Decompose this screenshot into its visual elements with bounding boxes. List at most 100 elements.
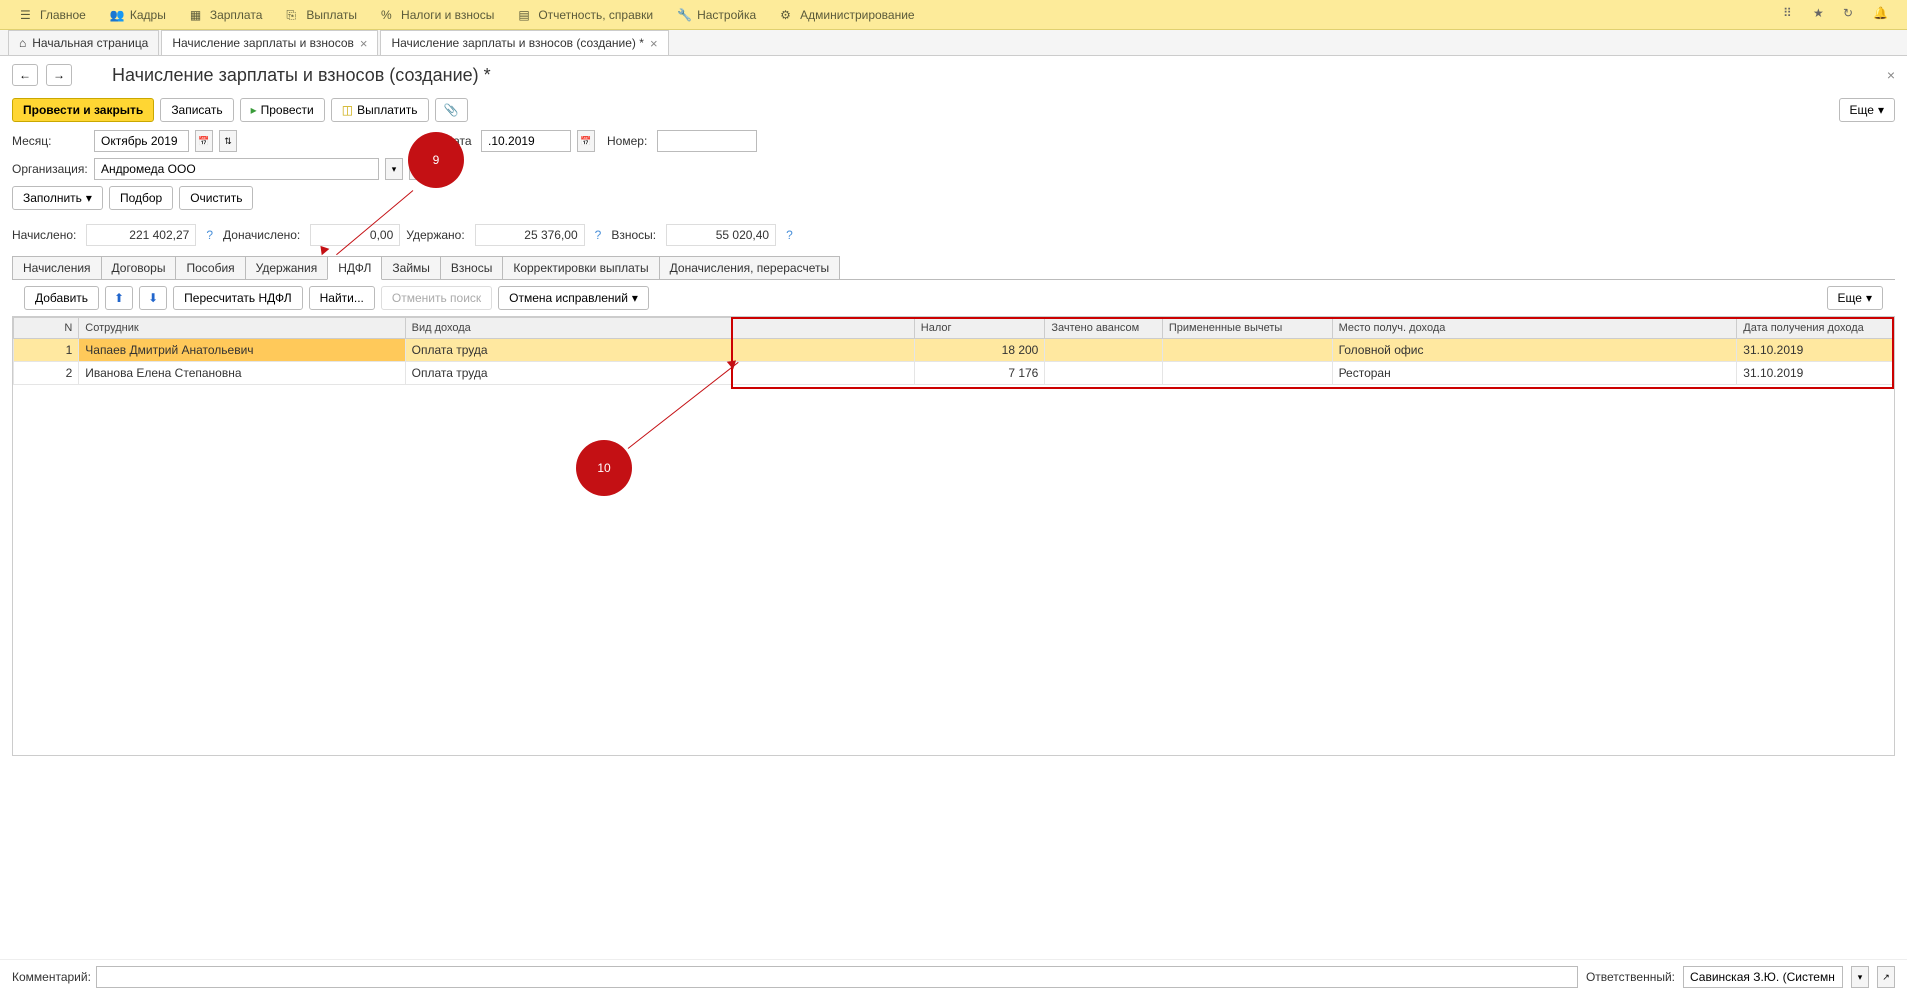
comment-input[interactable] [96,966,1578,988]
tab-payroll-create[interactable]: Начисление зарплаты и взносов (создание)… [380,30,668,55]
attach-button[interactable]: 📎 [435,98,468,122]
select-button[interactable]: Подбор [109,186,173,210]
recalc-button[interactable]: Пересчитать НДФЛ [173,286,302,310]
help-icon[interactable]: ? [591,228,606,242]
cancel-find-button: Отменить поиск [381,286,492,310]
subtab-extra[interactable]: Доначисления, перерасчеты [659,256,840,280]
menu-label: Кадры [130,8,166,22]
close-icon[interactable]: × [650,36,658,51]
cell-date: 31.10.2019 [1737,339,1894,362]
tab-payroll-list[interactable]: Начисление зарплаты и взносов × [161,30,378,55]
menu-salary[interactable]: ▦ Зарплата [178,0,275,29]
tab-label: Начисление зарплаты и взносов [172,36,354,50]
table-more-button[interactable]: Еще ▾ [1827,286,1883,310]
menu-payments[interactable]: ⎘ Выплаты [274,0,369,29]
table-container: N Сотрудник Вид дохода Налог Зачтено ава… [12,316,1895,756]
cell-date: 31.10.2019 [1737,362,1894,385]
help-icon[interactable]: ? [782,228,797,242]
calc-icon: ▦ [190,8,204,22]
arrow-down-icon: ⬇ [148,291,158,305]
date-input[interactable] [481,130,571,152]
date-calendar-button[interactable]: 📅 [577,130,595,152]
subtab-loans[interactable]: Займы [381,256,441,280]
col-income-type[interactable]: Вид дохода [405,318,914,339]
move-down-button[interactable]: ⬇ [139,286,167,310]
org-dropdown-button[interactable]: ▾ [385,158,403,180]
fill-button[interactable]: Заполнить ▾ [12,186,103,210]
ndfl-table[interactable]: N Сотрудник Вид дохода Налог Зачтено ава… [13,317,1894,385]
col-n[interactable]: N [14,318,79,339]
menu-reports[interactable]: ▤ Отчетность, справки [506,0,665,29]
menu-settings[interactable]: 🔧 Настройка [665,0,768,29]
add-button[interactable]: Добавить [24,286,99,310]
footer: Комментарий: Ответственный: ▾ ↗ [0,959,1907,994]
post-close-button[interactable]: Провести и закрыть [12,98,154,122]
resp-dropdown-button[interactable]: ▾ [1851,966,1869,988]
col-date[interactable]: Дата получения дохода [1737,318,1894,339]
month-step-button[interactable]: ⇅ [219,130,237,152]
tab-home[interactable]: ⌂ Начальная страница [8,30,159,55]
col-employee[interactable]: Сотрудник [79,318,405,339]
subtab-corrections[interactable]: Корректировки выплаты [502,256,659,280]
nav-forward-button[interactable]: → [46,64,72,86]
withheld-label: Удержано: [406,228,464,242]
cell-employee: Чапаев Дмитрий Анатольевич [79,339,405,362]
find-button[interactable]: Найти... [309,286,375,310]
chevron-down-icon: ▾ [1866,291,1872,305]
col-advance[interactable]: Зачтено авансом [1045,318,1163,339]
clear-button[interactable]: Очистить [179,186,253,210]
bell-icon[interactable]: 🔔 [1873,6,1891,24]
col-place[interactable]: Место получ. дохода [1332,318,1737,339]
number-input[interactable] [657,130,757,152]
comment-label: Комментарий: [12,970,88,984]
month-calendar-button[interactable]: 📅 [195,130,213,152]
subtab-withholdings[interactable]: Удержания [245,256,329,280]
move-up-button[interactable]: ⬆ [105,286,133,310]
clip-icon: 📎 [444,103,459,117]
post-button[interactable]: ▸ Провести [240,98,325,122]
docs-icon: ▤ [518,8,532,22]
menu-admin[interactable]: ⚙ Администрирование [768,0,926,29]
annotation-number: 10 [597,461,610,475]
subtab-contracts[interactable]: Договоры [101,256,177,280]
cancel-fix-button[interactable]: Отмена исправлений ▾ [498,286,649,310]
nav-back-button[interactable]: ← [12,64,38,86]
more-button[interactable]: Еще ▾ [1839,98,1895,122]
resp-open-button[interactable]: ↗ [1877,966,1895,988]
table-row[interactable]: 1 Чапаев Дмитрий Анатольевич Оплата труд… [14,339,1894,362]
pay-button[interactable]: ◫ Выплатить [331,98,429,122]
col-tax[interactable]: Налог [914,318,1045,339]
responsible-input[interactable] [1683,966,1843,988]
menu-hr[interactable]: 👥 Кадры [98,0,178,29]
month-input[interactable] [94,130,189,152]
cell-tax: 7 176 [914,362,1045,385]
page-close-button[interactable]: × [1887,67,1895,83]
button-label: Заполнить [23,191,82,205]
percent-icon: % [381,8,395,22]
org-input[interactable] [94,158,379,180]
table-row[interactable]: 2 Иванова Елена Степановна Оплата труда … [14,362,1894,385]
subtab-accruals[interactable]: Начисления [12,256,102,280]
menu-main[interactable]: ☰ Главное [8,0,98,29]
history-icon[interactable]: ↻ [1843,6,1861,24]
apps-icon[interactable]: ⠿ [1783,6,1801,24]
table-toolbar: Добавить ⬆ ⬇ Пересчитать НДФЛ Найти... О… [12,279,1895,316]
right-toolbar: ⠿ ★ ↻ 🔔 [1783,6,1899,24]
cell-employee: Иванова Елена Степановна [79,362,405,385]
totals-row: Начислено: 221 402,27 ? Доначислено: 0,0… [0,220,1907,250]
close-icon[interactable]: × [360,36,368,51]
subtab-contributions[interactable]: Взносы [440,256,503,280]
menu-taxes[interactable]: % Налоги и взносы [369,0,506,29]
star-icon[interactable]: ★ [1813,6,1831,24]
withheld-value: 25 376,00 [475,224,585,246]
subtab-ndfl[interactable]: НДФЛ [327,256,382,280]
subtab-benefits[interactable]: Пособия [175,256,245,280]
cell-advance [1045,362,1163,385]
help-icon[interactable]: ? [202,228,217,242]
cell-income-type: Оплата труда [405,362,914,385]
accrued-label: Начислено: [12,228,76,242]
col-deductions[interactable]: Примененные вычеты [1162,318,1332,339]
chevron-down-icon: ▾ [632,291,638,305]
users-icon: 👥 [110,8,124,22]
save-button[interactable]: Записать [160,98,233,122]
